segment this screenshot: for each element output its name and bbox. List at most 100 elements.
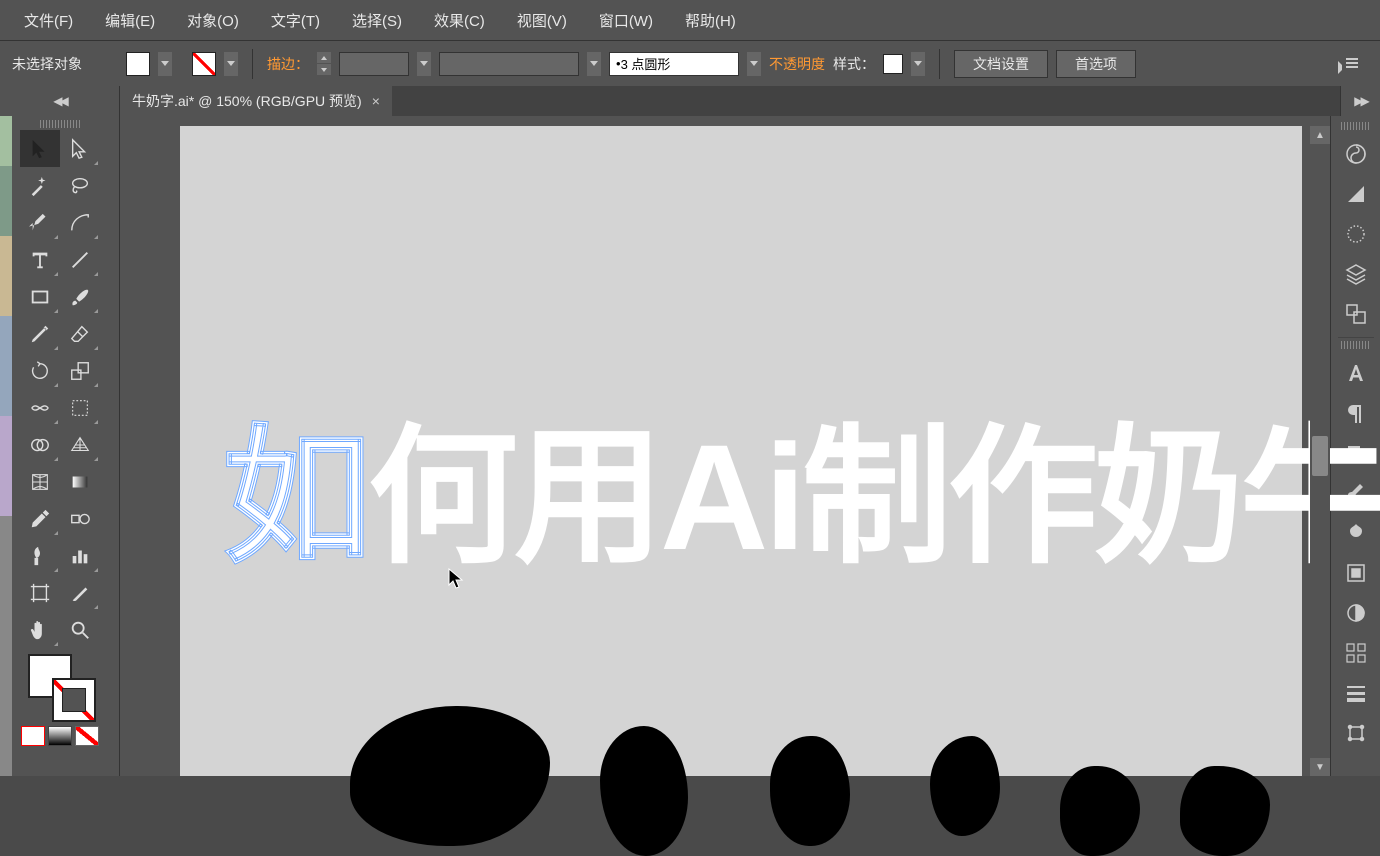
slice-tool[interactable] [60, 574, 100, 611]
fill-swatch[interactable] [126, 52, 150, 76]
canvas-area[interactable]: 如何用Ai制作奶牛 如 ▲ ▼ [120, 116, 1330, 776]
artboard-tool[interactable] [20, 574, 60, 611]
variable-width-profile[interactable] [439, 52, 579, 76]
canvas-shape[interactable] [930, 736, 1000, 836]
color-mode-none[interactable] [75, 726, 99, 746]
hand-tool[interactable] [20, 611, 60, 648]
free-transform-tool[interactable] [60, 389, 100, 426]
stroke-swatch[interactable] [192, 52, 216, 76]
mesh-tool[interactable] [20, 463, 60, 500]
panel-grip[interactable] [1341, 341, 1371, 349]
selection-tool[interactable] [20, 130, 60, 167]
panels-collapse[interactable]: ▶▶ [1340, 86, 1380, 116]
opacity-label[interactable]: 不透明度 [769, 54, 825, 74]
rectangle-tool[interactable] [20, 278, 60, 315]
scroll-down-icon[interactable]: ▼ [1310, 758, 1330, 776]
pathfinder-panel-icon[interactable] [1336, 633, 1376, 673]
transparency-panel-icon[interactable] [1336, 593, 1376, 633]
selected-text-outline: 如 [222, 376, 372, 593]
scroll-thumb[interactable] [1312, 436, 1328, 476]
vertical-scrollbar[interactable]: ▲ ▼ [1310, 126, 1330, 776]
artboards-panel-icon[interactable] [1336, 294, 1376, 334]
swatches-panel-icon[interactable] [1336, 214, 1376, 254]
menu-edit[interactable]: 编辑(E) [89, 2, 171, 39]
tools-panel [0, 116, 120, 776]
stroke-dropdown[interactable] [224, 52, 238, 76]
column-graph-tool[interactable] [60, 537, 100, 574]
curvature-tool[interactable] [60, 204, 100, 241]
menu-type[interactable]: 文字(T) [255, 2, 336, 39]
canvas-shape[interactable] [1060, 766, 1140, 856]
perspective-grid-tool[interactable] [60, 426, 100, 463]
menu-select[interactable]: 选择(S) [336, 2, 418, 39]
no-selection-label: 未选择对象 [12, 54, 82, 74]
canvas-text[interactable]: 如何用Ai制作奶牛 [222, 376, 1380, 593]
transform-panel-icon[interactable] [1336, 713, 1376, 753]
stroke-weight-field[interactable] [339, 52, 409, 76]
document-tab[interactable]: 牛奶字.ai* @ 150% (RGB/GPU 预览) × [120, 86, 392, 116]
stepper-up[interactable] [317, 52, 331, 63]
menu-view[interactable]: 视图(V) [501, 2, 583, 39]
blend-tool[interactable] [60, 500, 100, 537]
preferences-button[interactable]: 首选项 [1056, 50, 1136, 78]
eyedropper-tool[interactable] [20, 500, 60, 537]
panel-grip[interactable] [1341, 122, 1371, 130]
panel-grip[interactable] [40, 120, 80, 128]
line-tool[interactable] [60, 241, 100, 278]
shape-builder-tool[interactable] [20, 426, 60, 463]
fill-dropdown[interactable] [158, 52, 172, 76]
artboard[interactable]: 如何用Ai制作奶牛 如 [180, 126, 1302, 776]
color-mode-gradient[interactable] [48, 726, 72, 746]
options-bar: 未选择对象 描边： • 3 点圆形 不透明度 样式： 文档设置 首选项 [0, 40, 1380, 86]
width-tool[interactable] [20, 389, 60, 426]
brush-dropdown[interactable] [747, 52, 761, 76]
menu-window[interactable]: 窗口(W) [583, 2, 669, 39]
separator [939, 49, 940, 79]
canvas-shape[interactable] [600, 726, 688, 856]
tab-title: 牛奶字.ai* @ 150% (RGB/GPU 预览) [132, 91, 362, 111]
panel-menu-icon[interactable] [1338, 58, 1358, 70]
eraser-tool[interactable] [60, 315, 100, 352]
toolbar-collapse[interactable]: ◀◀ [0, 86, 120, 116]
canvas-shape[interactable] [350, 706, 550, 846]
menu-help[interactable]: 帮助(H) [669, 2, 752, 39]
menu-effect[interactable]: 效果(C) [418, 2, 501, 39]
menu-object[interactable]: 对象(O) [171, 2, 255, 39]
brush-definition[interactable]: • 3 点圆形 [609, 52, 739, 76]
scale-tool[interactable] [60, 352, 100, 389]
menu-file[interactable]: 文件(F) [8, 2, 89, 39]
pen-tool[interactable] [20, 204, 60, 241]
lasso-tool[interactable] [60, 167, 100, 204]
direct-selection-tool[interactable] [60, 130, 100, 167]
color-mode-solid[interactable] [21, 726, 45, 746]
document-tab-bar: ◀◀ 牛奶字.ai* @ 150% (RGB/GPU 预览) × ▶▶ [0, 86, 1380, 116]
style-swatch[interactable] [883, 54, 903, 74]
rotate-tool[interactable] [20, 352, 60, 389]
stroke-weight-stepper[interactable] [317, 52, 331, 75]
style-dropdown[interactable] [911, 52, 925, 76]
gradient-tool[interactable] [60, 463, 100, 500]
stroke-label[interactable]: 描边： [267, 54, 309, 74]
tab-close-icon[interactable]: × [372, 93, 380, 109]
magic-wand-tool[interactable] [20, 167, 60, 204]
menu-bar: 文件(F) 编辑(E) 对象(O) 文字(T) 选择(S) 效果(C) 视图(V… [0, 0, 1380, 40]
zoom-tool[interactable] [60, 611, 100, 648]
fill-stroke-control[interactable] [20, 654, 100, 724]
pencil-tool[interactable] [20, 315, 60, 352]
stroke-weight-dropdown[interactable] [417, 52, 431, 76]
type-tool[interactable] [20, 241, 60, 278]
canvas-shape[interactable] [770, 736, 850, 846]
style-label: 样式： [833, 54, 875, 74]
stepper-down[interactable] [317, 64, 331, 75]
stroke-panel-icon[interactable] [1336, 673, 1376, 713]
profile-dropdown[interactable] [587, 52, 601, 76]
layers-panel-icon[interactable] [1336, 254, 1376, 294]
canvas-shape[interactable] [1180, 766, 1270, 856]
scroll-up-icon[interactable]: ▲ [1310, 126, 1330, 144]
color-panel-icon[interactable] [1336, 134, 1376, 174]
document-setup-button[interactable]: 文档设置 [954, 50, 1048, 78]
paintbrush-tool[interactable] [60, 278, 100, 315]
color-guide-panel-icon[interactable] [1336, 174, 1376, 214]
symbol-sprayer-tool[interactable] [20, 537, 60, 574]
stroke-box[interactable] [52, 678, 96, 722]
